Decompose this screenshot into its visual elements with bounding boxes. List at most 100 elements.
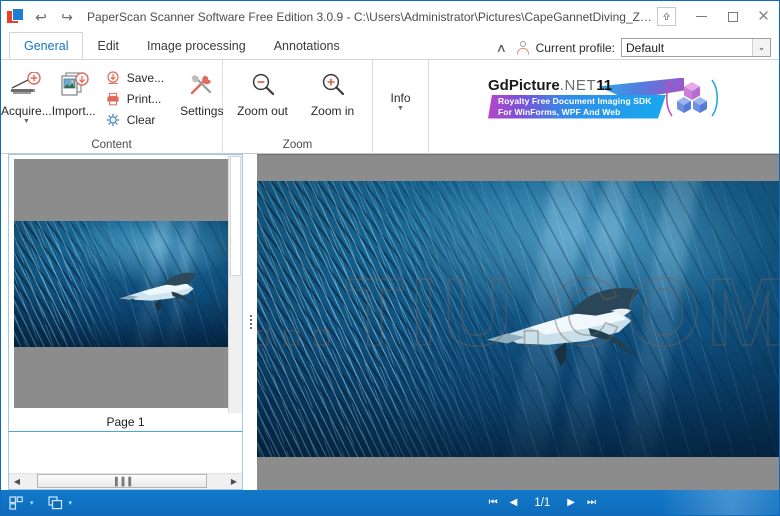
- page-indicator: 1/1: [529, 497, 555, 509]
- quick-access-toolbar: ↩ ↪: [33, 10, 75, 24]
- save-label: Save...: [127, 71, 164, 85]
- splitter-grip-icon: [250, 315, 252, 329]
- magnifier-minus-icon: [248, 68, 278, 102]
- logo-cubes-icon: [664, 77, 720, 119]
- ribbon-tab-strip: General Edit Image processing Annotation…: [1, 32, 779, 60]
- hscroll-thumb[interactable]: ▐▐▐: [37, 474, 207, 488]
- status-bar-gloss: [659, 490, 779, 516]
- printer-icon: [106, 91, 121, 106]
- view-mode-caret-icon[interactable]: ▾: [69, 500, 73, 507]
- status-bar: ▾ ▾ ⏮ ◀ 1/1 ▶ ⏭: [1, 490, 779, 516]
- ribbon-group-content-title: Content: [1, 137, 222, 154]
- ribbon-right-controls: ∧ Current profile: Default ⌄: [493, 38, 779, 59]
- acquire-button[interactable]: Acquire... ▼: [1, 65, 52, 125]
- import-button[interactable]: Import...: [52, 65, 96, 118]
- thumbnail-horizontal-scrollbar[interactable]: ◀ ▐▐▐ ▶: [9, 473, 242, 489]
- close-icon: ✕: [757, 9, 770, 24]
- window-controls: ✕: [657, 1, 779, 32]
- thumbnail-page-1[interactable]: [14, 159, 238, 408]
- save-download-icon: [106, 70, 121, 85]
- ribbon-group-info-title: [373, 137, 428, 154]
- minimize-button[interactable]: [686, 4, 717, 30]
- page-navigator: ⏮ ◀ 1/1 ▶ ⏭: [489, 497, 596, 509]
- thumbnail-page-label: Page 1: [8, 413, 243, 431]
- redo-icon[interactable]: ↪: [59, 10, 75, 24]
- logo-title: GdPicture.NET11: [488, 77, 612, 94]
- page-layout-mode-button[interactable]: ▾: [9, 496, 34, 511]
- content-small-buttons: Save... Print...: [100, 65, 176, 130]
- undo-icon[interactable]: ↩: [33, 10, 49, 24]
- info-button[interactable]: Info ▼: [373, 86, 428, 112]
- logo-suffix: .NET: [560, 77, 597, 94]
- first-page-button[interactable]: ⏮: [489, 498, 498, 508]
- tab-edit[interactable]: Edit: [83, 32, 133, 59]
- thumbnail-image: [14, 221, 238, 347]
- title-bar: ↩ ↪ PaperScan Scanner Software Free Edit…: [1, 1, 779, 32]
- acquire-dropdown-icon[interactable]: ▼: [23, 119, 30, 125]
- viewer-image: …TIU.COM: [257, 181, 779, 457]
- next-page-button[interactable]: ▶: [567, 498, 575, 508]
- application-window: ↩ ↪ PaperScan Scanner Software Free Edit…: [0, 0, 780, 516]
- current-profile-label: Current profile:: [536, 41, 615, 55]
- clear-label: Clear: [127, 113, 156, 127]
- paperscan-logo-icon: [7, 8, 25, 26]
- image-viewer[interactable]: …TIU.COM: [257, 154, 779, 490]
- maximize-icon: [728, 12, 738, 22]
- settings-label: Settings: [180, 104, 223, 118]
- ribbon-group-branding-title: [429, 137, 779, 154]
- maximize-button[interactable]: [717, 4, 748, 30]
- thumbnail-scroll-thumb[interactable]: [230, 156, 241, 276]
- save-button[interactable]: Save...: [106, 67, 172, 88]
- settings-button[interactable]: Settings: [180, 65, 223, 118]
- clear-gear-icon: [106, 112, 121, 127]
- user-profile-icon: [516, 41, 530, 55]
- thumbnail-list[interactable]: [8, 154, 243, 413]
- import-label: Import...: [52, 104, 96, 118]
- info-dropdown-icon[interactable]: ▼: [397, 106, 404, 112]
- chevron-down-icon[interactable]: ⌄: [752, 39, 770, 56]
- tab-annotations[interactable]: Annotations: [260, 32, 354, 59]
- thumbnail-vertical-scrollbar[interactable]: [228, 155, 242, 413]
- hscroll-track[interactable]: ▐▐▐: [25, 474, 226, 489]
- minimize-icon: [696, 16, 707, 17]
- page-layout-icon: [9, 496, 26, 511]
- clear-button[interactable]: Clear: [106, 109, 172, 130]
- workspace: Page 1 ◀ ▐▐▐ ▶: [1, 154, 779, 490]
- ribbon-group-info: Info ▼: [373, 60, 429, 154]
- close-button[interactable]: ✕: [748, 4, 779, 30]
- panel-splitter[interactable]: [244, 154, 257, 490]
- logo-tagline-line2: For WinForms, WPF And Web: [498, 107, 652, 118]
- magnifier-plus-icon: [318, 68, 348, 102]
- tab-image-processing[interactable]: Image processing: [133, 32, 260, 59]
- logo-tagline: Royalty Free Document Imaging SDK For Wi…: [498, 96, 652, 118]
- thumbnail-empty-area: ◀ ▐▐▐ ▶: [8, 431, 243, 490]
- last-page-button[interactable]: ⏭: [587, 498, 596, 508]
- previous-page-button[interactable]: ◀: [510, 498, 518, 508]
- collapse-ribbon-icon[interactable]: ∧: [490, 41, 512, 55]
- zoom-in-button[interactable]: Zoom in: [298, 65, 368, 118]
- underwater-scene-main: …TIU.COM: [257, 181, 779, 457]
- print-button[interactable]: Print...: [106, 88, 172, 109]
- scroll-right-icon[interactable]: ▶: [226, 474, 242, 489]
- zoom-out-label: Zoom out: [237, 104, 288, 118]
- info-label: Info: [390, 91, 410, 105]
- ribbon-toolbar: Acquire... ▼: [1, 60, 779, 154]
- view-mode-button[interactable]: ▾: [48, 496, 73, 511]
- current-profile-select[interactable]: Default ⌄: [621, 38, 771, 57]
- window-title: PaperScan Scanner Software Free Edition …: [87, 10, 657, 24]
- print-label: Print...: [127, 92, 162, 106]
- duplicate-pages-icon: [48, 496, 65, 511]
- scroll-left-icon[interactable]: ◀: [9, 474, 25, 489]
- acquire-label: Acquire...: [1, 104, 52, 118]
- help-up-arrow-icon[interactable]: [657, 7, 676, 26]
- ribbon-group-zoom: Zoom out Zoom in Zoom: [223, 60, 373, 154]
- page-layout-caret-icon[interactable]: ▾: [30, 500, 34, 507]
- zoom-out-button[interactable]: Zoom out: [228, 65, 298, 118]
- tab-general[interactable]: General: [9, 32, 83, 59]
- ribbon-group-zoom-title: Zoom: [223, 137, 372, 154]
- thumbnail-panel: Page 1 ◀ ▐▐▐ ▶: [1, 154, 244, 490]
- ribbon-group-branding: GdPicture.NET11 Royalty Free Document Im…: [429, 60, 779, 154]
- scanner-plus-icon: [9, 68, 43, 102]
- gdpicture-logo[interactable]: GdPicture.NET11 Royalty Free Document Im…: [488, 75, 720, 123]
- underwater-scene-thumb: [14, 221, 238, 347]
